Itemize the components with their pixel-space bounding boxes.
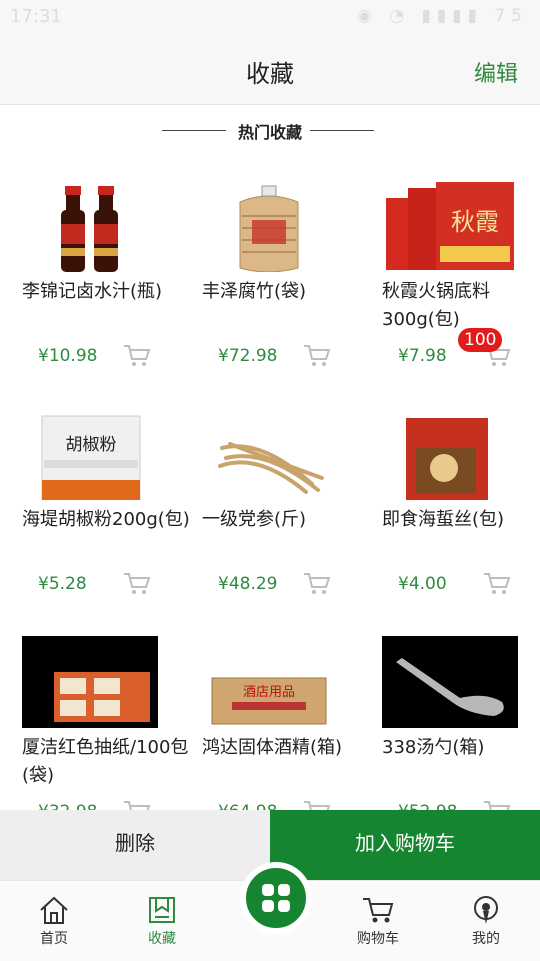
product-price: ¥52.98 xyxy=(398,802,457,810)
product-price: ¥4.00 xyxy=(398,574,447,594)
center-menu-button[interactable] xyxy=(240,862,312,934)
tab-profile[interactable]: 我的 xyxy=(446,895,526,948)
product-image: 秋霞 xyxy=(382,180,518,272)
product-price: ¥7.98 xyxy=(398,346,447,366)
product-image xyxy=(382,636,518,728)
status-icons: ◉ ◔ ▮▮▮▮ 75 xyxy=(357,6,528,26)
grid-icon xyxy=(262,884,290,912)
product-price: ¥32.98 xyxy=(38,802,97,810)
add-to-cart-icon[interactable] xyxy=(302,342,332,368)
tab-home[interactable]: 首页 xyxy=(14,895,94,948)
product-card[interactable]: 李锦记卤水汁(瓶) ¥10.98 xyxy=(22,160,192,388)
product-image xyxy=(382,408,518,500)
add-to-cart-icon[interactable] xyxy=(122,570,152,596)
product-name: 338汤勺(箱) xyxy=(382,737,485,758)
product-price: ¥64.98 xyxy=(218,802,277,810)
product-price: ¥72.98 xyxy=(218,346,278,366)
page-title: 收藏 xyxy=(246,60,294,88)
product-price: ¥10.98 xyxy=(38,346,98,366)
product-price: ¥5.28 xyxy=(38,574,87,594)
add-to-cart-icon[interactable] xyxy=(302,798,332,810)
product-card[interactable]: 厦洁红色抽纸/100包(袋) ¥32.98 xyxy=(22,616,192,810)
tab-label: 购物车 xyxy=(357,931,399,947)
product-price: ¥48.29 xyxy=(218,574,278,594)
product-image xyxy=(202,408,338,500)
status-time: 17:31 xyxy=(10,6,62,27)
profile-icon xyxy=(474,896,498,924)
add-to-cart-icon[interactable] xyxy=(122,342,152,368)
product-card[interactable]: 酒店用品 鸿达固体酒精(箱) ¥64.98 xyxy=(202,616,372,810)
section-header: 热门收藏 xyxy=(0,118,540,142)
edit-button[interactable]: 编辑 xyxy=(474,56,518,88)
product-image-text: 酒店用品 xyxy=(243,685,295,700)
product-image-text: 胡椒粉 xyxy=(66,435,117,455)
add-to-cart-icon[interactable] xyxy=(482,570,512,596)
product-card[interactable]: 秋霞 秋霞火锅底料300g(包) ¥7.98 xyxy=(382,160,540,388)
home-icon xyxy=(40,896,68,924)
product-image xyxy=(22,636,158,728)
product-card[interactable]: 胡椒粉 海堤胡椒粉200g(包) ¥5.28 xyxy=(22,388,192,616)
product-card[interactable]: 338汤勺(箱) ¥52.98 xyxy=(382,616,540,810)
delete-button[interactable]: 删除 xyxy=(0,810,270,880)
status-bar: 17:31 ◉ ◔ ▮▮▮▮ 75 xyxy=(0,0,540,36)
bookmark-icon xyxy=(149,897,175,923)
cart-count-badge: 100 xyxy=(458,328,503,352)
product-name: 即食海蜇丝(包) xyxy=(382,509,505,530)
product-name: 海堤胡椒粉200g(包) xyxy=(22,509,190,530)
product-card[interactable]: 即食海蜇丝(包) ¥4.00 xyxy=(382,388,540,616)
tab-label: 收藏 xyxy=(148,931,176,947)
product-name: 鸿达固体酒精(箱) xyxy=(202,737,343,758)
tab-cart[interactable]: 购物车 xyxy=(338,895,418,948)
add-to-cart-icon[interactable] xyxy=(482,798,512,810)
product-name: 厦洁红色抽纸/100包(袋) xyxy=(22,737,189,786)
product-grid: 李锦记卤水汁(瓶) ¥10.98 丰泽腐竹(袋) ¥72.98 秋霞 秋霞火锅底… xyxy=(0,160,540,810)
tab-favorites[interactable]: 收藏 xyxy=(122,895,202,948)
tab-label: 首页 xyxy=(40,931,68,947)
add-to-cart-button[interactable]: 加入购物车 xyxy=(270,810,540,880)
cart-icon xyxy=(363,898,394,923)
product-name: 丰泽腐竹(袋) xyxy=(202,281,307,302)
product-card[interactable]: 一级党参(斤) ¥48.29 xyxy=(202,388,372,616)
product-image: 胡椒粉 xyxy=(22,408,158,500)
product-image xyxy=(22,180,158,272)
tab-label: 我的 xyxy=(472,931,500,947)
product-image xyxy=(202,180,338,272)
battery-level: 75 xyxy=(494,6,528,26)
product-name: 秋霞火锅底料300g(包) xyxy=(382,281,490,330)
divider-right xyxy=(310,130,374,131)
product-card[interactable]: 丰泽腐竹(袋) ¥72.98 xyxy=(202,160,372,388)
add-to-cart-icon[interactable] xyxy=(122,798,152,810)
product-name: 李锦记卤水汁(瓶) xyxy=(22,281,163,302)
header: 收藏 编辑 xyxy=(0,36,540,105)
add-to-cart-icon[interactable] xyxy=(302,570,332,596)
section-title: 热门收藏 xyxy=(237,123,302,142)
product-image: 酒店用品 xyxy=(202,636,338,728)
product-name: 一级党参(斤) xyxy=(202,509,307,530)
product-image-text: 秋霞 xyxy=(451,208,499,236)
